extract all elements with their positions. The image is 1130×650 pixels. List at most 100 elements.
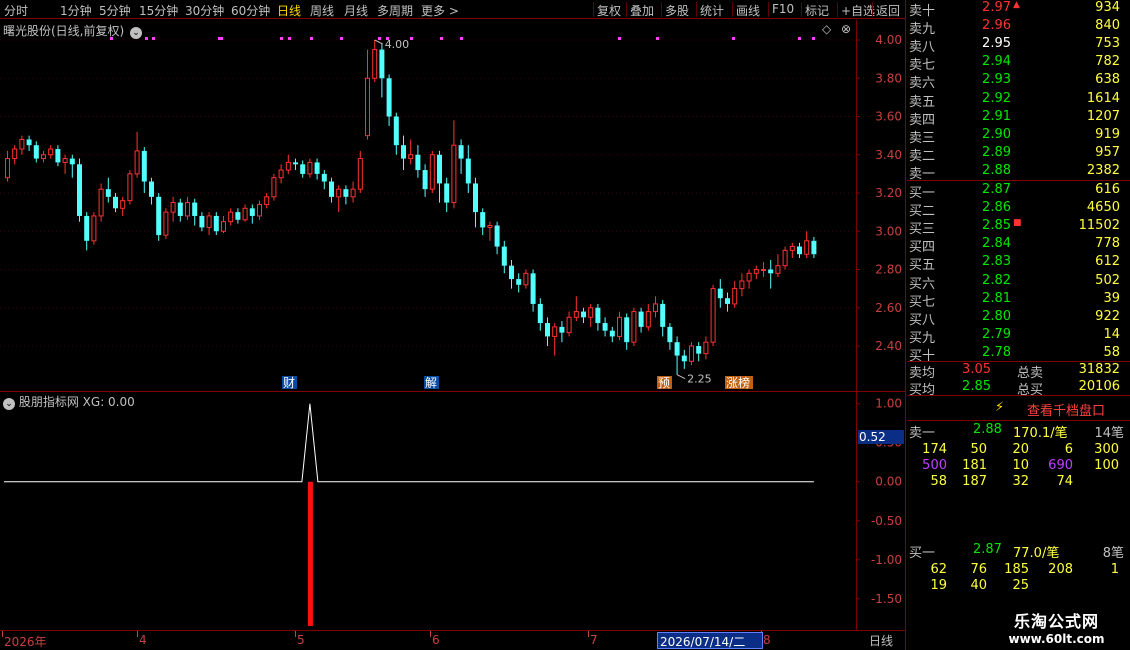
tick-row: 500 181 10 690 100 [907, 458, 1130, 475]
bid-level-price: 2.87 [982, 182, 1011, 197]
bid-level-row[interactable]: 买二 2.86 4650 [907, 200, 1130, 219]
buy-order-count: 8笔 [1102, 546, 1124, 561]
bid-level-row[interactable]: 买八 2.80 922 [907, 308, 1130, 328]
candle [617, 311, 622, 341]
bid-level-volume: 922 [1095, 308, 1120, 324]
candle [631, 307, 637, 346]
order-size: 20 [1012, 442, 1029, 457]
candle [393, 112, 399, 155]
ask-level-volume: 1207 [1086, 108, 1120, 124]
candle [91, 212, 97, 245]
toolbar-period-3[interactable]: 15分钟 [139, 2, 178, 19]
candle [149, 177, 154, 205]
level-marker: ■ [1013, 218, 1022, 229]
bid-level-price: 2.81 [982, 290, 1011, 306]
indicator-chart-svg: 1.000.500.00-0.50-1.00-1.50 [4, 397, 902, 626]
kline-chart-panel[interactable]: 4.00 3.80 3.60 3.40 3.20 3.00 2.80 2.60 2.40 4.00… [0, 20, 905, 390]
event-tag[interactable]: 涨榜 [726, 375, 750, 390]
ask-level-price: 2.96 [982, 18, 1011, 34]
bid-level-label: 买八 [909, 312, 936, 328]
candle [465, 145, 471, 193]
bid-level-label: 买九 [909, 330, 936, 346]
candle [213, 212, 219, 236]
chart-collapse-icon[interactable]: ⊗ [841, 22, 851, 36]
site-watermark: 乐淘公式网 www.60lt.com [983, 608, 1130, 650]
view-depth-button[interactable]: 查看千档盘口 [1027, 400, 1105, 419]
toolbar-period-7[interactable]: 周线 [310, 2, 334, 19]
toolbar-action-0[interactable]: 复权 [597, 2, 621, 19]
ask-level-row[interactable]: 卖七 2.94 782 [907, 54, 1130, 73]
toolbar-action-4[interactable]: 画线 [736, 2, 760, 19]
toolbar-action-5[interactable]: F10 [772, 2, 794, 16]
toolbar-action-8[interactable]: 返回 [876, 2, 900, 19]
sell-price: 2.88 [973, 422, 1002, 437]
toolbar-action-6[interactable]: 标记 [805, 2, 829, 19]
event-dot [218, 37, 221, 40]
x-tick-mark [2, 631, 3, 637]
ask-level-row[interactable]: 卖八 2.95 753 [907, 36, 1130, 55]
ask-level-row[interactable]: 卖十 2.97 ▲ 934 [907, 0, 1130, 19]
bid-level-row[interactable]: 买四 2.84 778 [907, 236, 1130, 255]
toolbar-period-5[interactable]: 60分钟 [231, 2, 270, 19]
order-size: 62 [930, 562, 947, 577]
event-tag[interactable]: 财 [283, 376, 295, 390]
bid-level-price: 2.86 [982, 200, 1011, 216]
toolbar-period-0[interactable]: 分时 [4, 2, 28, 19]
ask-level-row[interactable]: 卖一 2.88 2382 [907, 163, 1130, 182]
candle [321, 170, 327, 190]
event-dot [280, 37, 283, 40]
bid-level-row[interactable]: 买一 2.87 616 [907, 182, 1130, 201]
candle [451, 120, 457, 209]
candle [192, 198, 198, 226]
toolbar-period-8[interactable]: 月线 [344, 2, 368, 19]
bid-level-row[interactable]: 买七 2.81 39 [907, 290, 1130, 310]
indicator-settings-icon[interactable]: ⌄ [3, 398, 15, 410]
ask-level-row[interactable]: 卖九 2.96 840 [907, 18, 1130, 38]
bid-level-volume: 39 [1103, 290, 1120, 306]
period-tag[interactable]: 日线 [856, 632, 906, 649]
event-dot [656, 37, 659, 40]
toolbar-action-7[interactable]: +自选 [841, 2, 875, 19]
toolbar-period-4[interactable]: 30分钟 [185, 2, 224, 19]
indicator-panel[interactable]: 1.000.500.00-0.50-1.00-1.50 ⌄ 股朋指标网 XG: … [0, 392, 905, 630]
event-tag[interactable]: 解 [425, 376, 437, 390]
bid-level-row[interactable]: 买九 2.79 14 [907, 327, 1130, 346]
toolbar-period-6[interactable]: 日线 [277, 2, 301, 19]
candle [811, 236, 817, 259]
event-dot [410, 37, 413, 40]
ask-level-volume: 840 [1095, 18, 1120, 34]
ask-level-row[interactable]: 卖二 2.89 957 [907, 145, 1130, 164]
bid-level-row[interactable]: 买五 2.83 612 [907, 254, 1130, 273]
toolbar-period-9[interactable]: 多周期 [377, 2, 413, 19]
low-price-label: 2.25 [687, 373, 712, 386]
ask-level-row[interactable]: 卖四 2.91 1207 [907, 108, 1130, 128]
candle [249, 204, 255, 224]
ask-level-label: 卖九 [909, 22, 936, 38]
candle [314, 158, 320, 180]
ask-level-row[interactable]: 卖三 2.90 919 [907, 127, 1130, 146]
candle [501, 240, 507, 274]
ask-level-row[interactable]: 卖六 2.93 638 [907, 72, 1130, 91]
bid-level-row[interactable]: 买六 2.82 502 [907, 273, 1130, 292]
x-axis-label: 4 [139, 633, 147, 647]
toolbar-period-2[interactable]: 5分钟 [99, 2, 131, 19]
toolbar-action-3[interactable]: 统计 [700, 2, 724, 19]
toolbar-action-2[interactable]: 多股 [665, 2, 689, 19]
x-tick-mark [430, 631, 431, 637]
candle [552, 323, 558, 356]
bid-level-row[interactable]: 买三 2.85 ■ 11502 [907, 218, 1130, 237]
order-size: 32 [1012, 474, 1029, 489]
indicator-name[interactable]: 股朋指标网 [19, 395, 79, 409]
toolbar-period-1[interactable]: 1分钟 [60, 2, 92, 19]
toolbar-action-1[interactable]: 叠加 [630, 2, 654, 19]
event-tag[interactable]: 预 [658, 376, 670, 390]
chart-diamond-icon[interactable]: ◇ [822, 22, 831, 36]
toolbar-more[interactable]: 更多 > [421, 2, 459, 19]
candle [494, 221, 500, 255]
bid-level-label: 买六 [909, 276, 936, 292]
order-book: 卖十 2.97 ▲ 934 卖九 2.96 840 卖八 2.95 753 卖七 2.94 782 卖六 2… [907, 0, 1130, 398]
candle [12, 145, 18, 165]
ask-level-row[interactable]: 卖五 2.92 1614 [907, 91, 1130, 110]
toolbar-separator [768, 2, 769, 17]
chart-settings-icon[interactable]: ⌄ [130, 27, 143, 39]
